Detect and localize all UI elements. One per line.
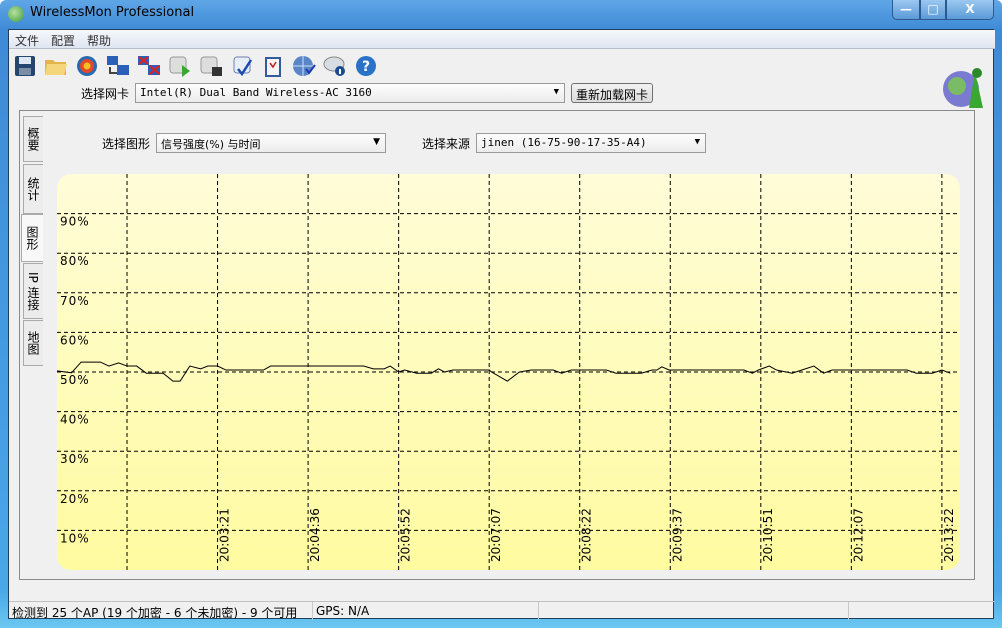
clipboard-icon[interactable] (260, 53, 285, 78)
nic-label: 选择网卡 (81, 86, 130, 101)
tab-overview[interactable]: 概要 (23, 116, 43, 162)
status-ap-count: 检测到 25 个AP (19 个加密 - 6 个未加密) - 9 个可用 (9, 602, 313, 620)
close-button[interactable]: X (946, 0, 994, 20)
y-tick-label: 70% (60, 294, 90, 308)
stop-log-icon[interactable] (198, 53, 223, 78)
y-tick-label: 60% (60, 333, 90, 347)
app-window: WirelessMon Professional — □ X 文件 配置 帮助 ? … (0, 0, 1002, 628)
tab-ip-connections[interactable]: IP 连接 (23, 263, 43, 319)
tab-map[interactable]: 地图 (23, 320, 43, 366)
y-tick-label: 40% (60, 413, 90, 427)
y-tick-label: 20% (60, 492, 90, 506)
status-pane-3 (539, 602, 849, 620)
save-icon[interactable] (12, 53, 37, 78)
chevron-down-icon: ▼ (373, 137, 381, 147)
status-pane-4 (849, 602, 995, 620)
y-tick-label: 90% (60, 215, 90, 229)
connect-icon[interactable] (105, 53, 130, 78)
open-folder-icon[interactable] (43, 53, 68, 78)
y-tick-label: 80% (60, 254, 90, 268)
x-tick-label: 20:07:07 (489, 508, 503, 562)
x-tick-label: 20:12:07 (851, 508, 865, 562)
x-tick-label: 20:03:21 (218, 508, 232, 562)
chevron-down-icon: ▼ (694, 137, 701, 147)
client-area: 文件 配置 帮助 ? 选择网卡 Intel(R) Dual Band Wireles… (8, 29, 995, 620)
globe-icon[interactable] (291, 53, 316, 78)
y-tick-label: 50% (60, 373, 90, 387)
wirelessmon-logo (939, 64, 989, 110)
menu-help[interactable]: 帮助 (81, 30, 117, 49)
maximize-button[interactable]: □ (920, 0, 946, 20)
tab-graph[interactable]: 图形 (21, 214, 43, 262)
status-bar: 检测到 25 个AP (19 个加密 - 6 个未加密) - 9 个可用 GPS… (9, 601, 995, 620)
x-tick-label: 20:09:37 (670, 508, 684, 562)
window-title: WirelessMon Professional (30, 5, 195, 20)
start-log-icon[interactable] (167, 53, 192, 78)
graph-type-label: 选择图形 (102, 136, 151, 151)
toolbar: ? (12, 53, 378, 78)
y-tick-label: 30% (60, 452, 90, 466)
nic-select-value: Intel(R) Dual Band Wireless-AC 3160 (140, 86, 372, 99)
minimize-button[interactable]: — (892, 0, 920, 20)
x-tick-label: 20:05:52 (399, 508, 413, 562)
menu-file[interactable]: 文件 (9, 30, 45, 49)
x-tick-label: 20:08:22 (580, 508, 594, 562)
source-label: 选择来源 (422, 136, 471, 151)
graph-type-value: 信号强度(%) 与时间 (161, 138, 261, 151)
menu-bar: 文件 配置 帮助 (9, 30, 995, 49)
tab-statistics[interactable]: 统计 (23, 164, 43, 214)
info-icon[interactable] (322, 53, 347, 78)
signal-chart: 10% 20% 30% 40% 50% 60% 70% 80% 90% 20:03:21 20:04… (57, 174, 960, 570)
y-tick-label: 10% (60, 531, 90, 545)
status-gps: GPS: N/A (313, 602, 539, 620)
nic-select[interactable]: Intel(R) Dual Band Wireless-AC 3160 ▼ (135, 83, 566, 103)
app-icon (8, 6, 24, 22)
checklist-icon[interactable] (229, 53, 254, 78)
x-tick-label: 20:13:22 (942, 508, 956, 562)
menu-config[interactable]: 配置 (45, 30, 81, 49)
reload-nic-button[interactable]: 重新加载网卡 (571, 83, 654, 103)
disconnect-icon[interactable] (136, 53, 161, 78)
x-tick-label: 20:10:51 (761, 508, 775, 562)
target-icon[interactable] (74, 53, 99, 78)
source-value: jinen (16-75-90-17-35-A4) (481, 136, 647, 149)
x-tick-label: 20:04:36 (308, 508, 322, 562)
chevron-down-icon: ▼ (553, 87, 560, 97)
svg-text:?: ? (361, 59, 369, 75)
graph-type-select[interactable]: 信号强度(%) 与时间 ▼ (156, 133, 387, 153)
source-select[interactable]: jinen (16-75-90-17-35-A4) ▼ (476, 133, 707, 153)
help-icon[interactable]: ? (353, 53, 378, 78)
